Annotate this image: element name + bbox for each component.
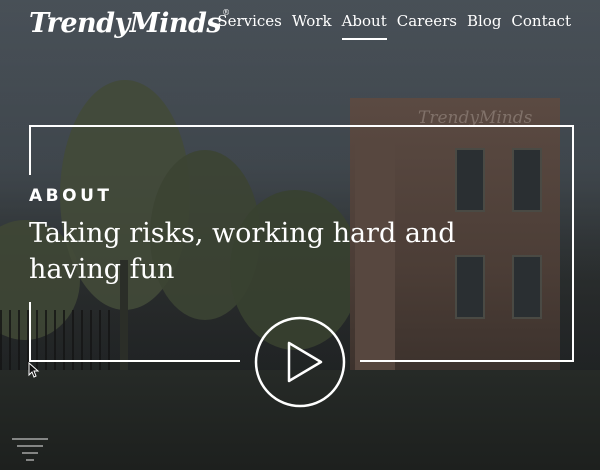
nav-item-careers[interactable]: Careers bbox=[397, 12, 457, 36]
play-icon bbox=[254, 316, 346, 408]
mouse-cursor-icon bbox=[28, 361, 40, 378]
site-logo[interactable]: TrendyMinds® bbox=[29, 8, 230, 39]
logo-text: TrendyMinds bbox=[29, 8, 222, 39]
frame-border-right bbox=[572, 125, 574, 362]
play-video-button[interactable] bbox=[254, 316, 346, 408]
frame-border-left-lower bbox=[29, 302, 31, 362]
nav-item-work[interactable]: Work bbox=[292, 12, 332, 36]
building-window bbox=[455, 148, 485, 212]
building-window bbox=[512, 255, 542, 319]
frame-border-bottom-left bbox=[29, 360, 240, 362]
building-window bbox=[512, 148, 542, 212]
nav-item-contact[interactable]: Contact bbox=[511, 12, 571, 36]
frame-border-top bbox=[29, 125, 574, 127]
frame-border-left-upper bbox=[29, 125, 31, 175]
hamburger-menu-icon[interactable] bbox=[10, 436, 50, 462]
nav-item-about[interactable]: About bbox=[341, 12, 387, 40]
section-label: ABOUT bbox=[29, 186, 113, 206]
nav-item-services[interactable]: Services bbox=[217, 12, 282, 36]
hero-headline: Taking risks, working hard and having fu… bbox=[29, 218, 456, 285]
nav-item-blog[interactable]: Blog bbox=[467, 12, 501, 36]
main-nav: Services Work About Careers Blog Contact bbox=[217, 12, 571, 40]
frame-border-bottom-right bbox=[360, 360, 574, 362]
